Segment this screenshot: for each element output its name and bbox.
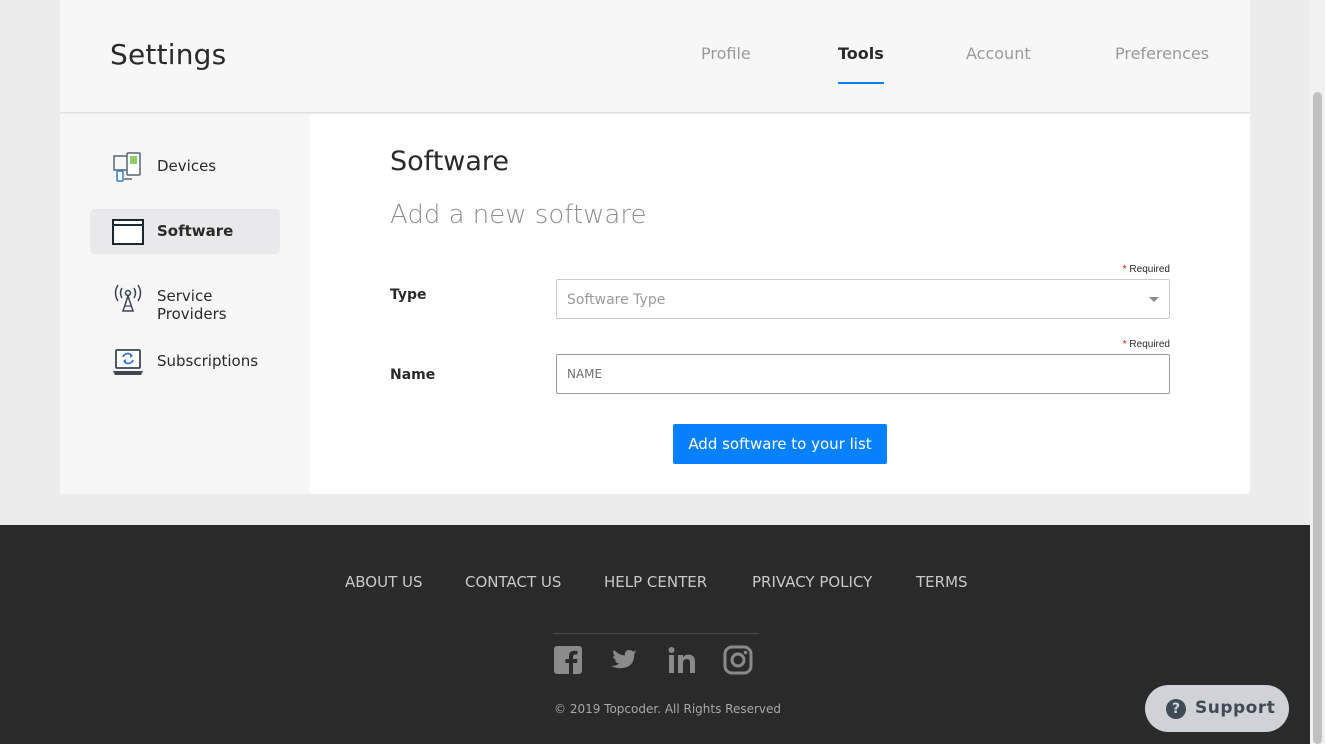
footer-link-help-center[interactable]: HELP CENTER <box>604 573 707 591</box>
tab-account[interactable]: Account <box>966 44 1031 63</box>
name-label: Name <box>390 367 436 383</box>
software-window-icon <box>112 219 144 245</box>
section-title: Software <box>390 146 510 177</box>
footer-link-privacy-policy[interactable]: PRIVACY POLICY <box>752 573 872 591</box>
software-type-placeholder: Software Type <box>567 292 666 308</box>
sidebar-item-devices[interactable]: Devices <box>90 144 280 189</box>
instagram-icon[interactable] <box>723 645 753 675</box>
sidebar-item-software[interactable]: Software <box>90 209 280 254</box>
software-name-input[interactable] <box>556 354 1170 394</box>
software-type-select[interactable]: Software Type <box>556 279 1170 319</box>
settings-tabs: Profile Tools Account Preferences <box>60 44 1250 113</box>
laptop-sync-icon <box>113 349 143 375</box>
support-button[interactable]: ? Support <box>1145 685 1289 732</box>
footer-divider <box>553 633 759 634</box>
required-text: Required <box>1129 339 1170 350</box>
tools-sidebar: Devices Software Service Providers Subsc… <box>60 114 310 494</box>
linkedin-icon[interactable] <box>667 645 697 675</box>
sidebar-item-service-providers[interactable]: Service Providers <box>90 274 280 323</box>
sidebar-item-label: Software <box>157 222 234 240</box>
twitter-icon[interactable] <box>609 645 639 675</box>
required-star: * <box>1122 339 1127 350</box>
required-text: Required <box>1129 264 1170 275</box>
tab-tools[interactable]: Tools <box>838 44 884 84</box>
devices-icon <box>113 152 141 182</box>
footer-link-contact-us[interactable]: CONTACT US <box>465 573 561 591</box>
copyright-text: © 2019 Topcoder. All Rights Reserved <box>554 702 782 716</box>
name-required-note: * Required <box>1050 339 1170 350</box>
facebook-icon[interactable] <box>553 645 583 675</box>
add-software-button[interactable]: Add software to your list <box>673 424 887 464</box>
help-icon: ? <box>1166 699 1186 719</box>
required-star: * <box>1122 264 1127 275</box>
tab-preferences[interactable]: Preferences <box>1115 44 1209 63</box>
scrollbar-thumb[interactable] <box>1313 92 1322 744</box>
sidebar-item-label: Service Providers <box>157 287 227 323</box>
page-scrollbar[interactable] <box>1310 0 1325 744</box>
settings-header: Settings Profile Tools Account Preferenc… <box>60 0 1250 113</box>
support-label: Support <box>1195 698 1276 718</box>
sidebar-item-subscriptions[interactable]: Subscriptions <box>90 339 280 384</box>
footer-link-about-us[interactable]: ABOUT US <box>345 573 423 591</box>
settings-card: Devices Software Service Providers Subsc… <box>60 114 1250 494</box>
tab-profile[interactable]: Profile <box>701 44 751 63</box>
type-label: Type <box>390 287 427 303</box>
type-required-note: * Required <box>1050 264 1170 275</box>
chevron-down-icon <box>1149 297 1159 302</box>
antenna-icon <box>114 284 142 312</box>
sidebar-item-label: Subscriptions <box>157 352 259 370</box>
section-subtitle: Add a new software <box>390 200 647 230</box>
sidebar-item-label: Devices <box>157 157 217 175</box>
footer-link-terms[interactable]: TERMS <box>916 573 968 591</box>
site-footer: ABOUT US CONTACT US HELP CENTER PRIVACY … <box>0 525 1310 744</box>
